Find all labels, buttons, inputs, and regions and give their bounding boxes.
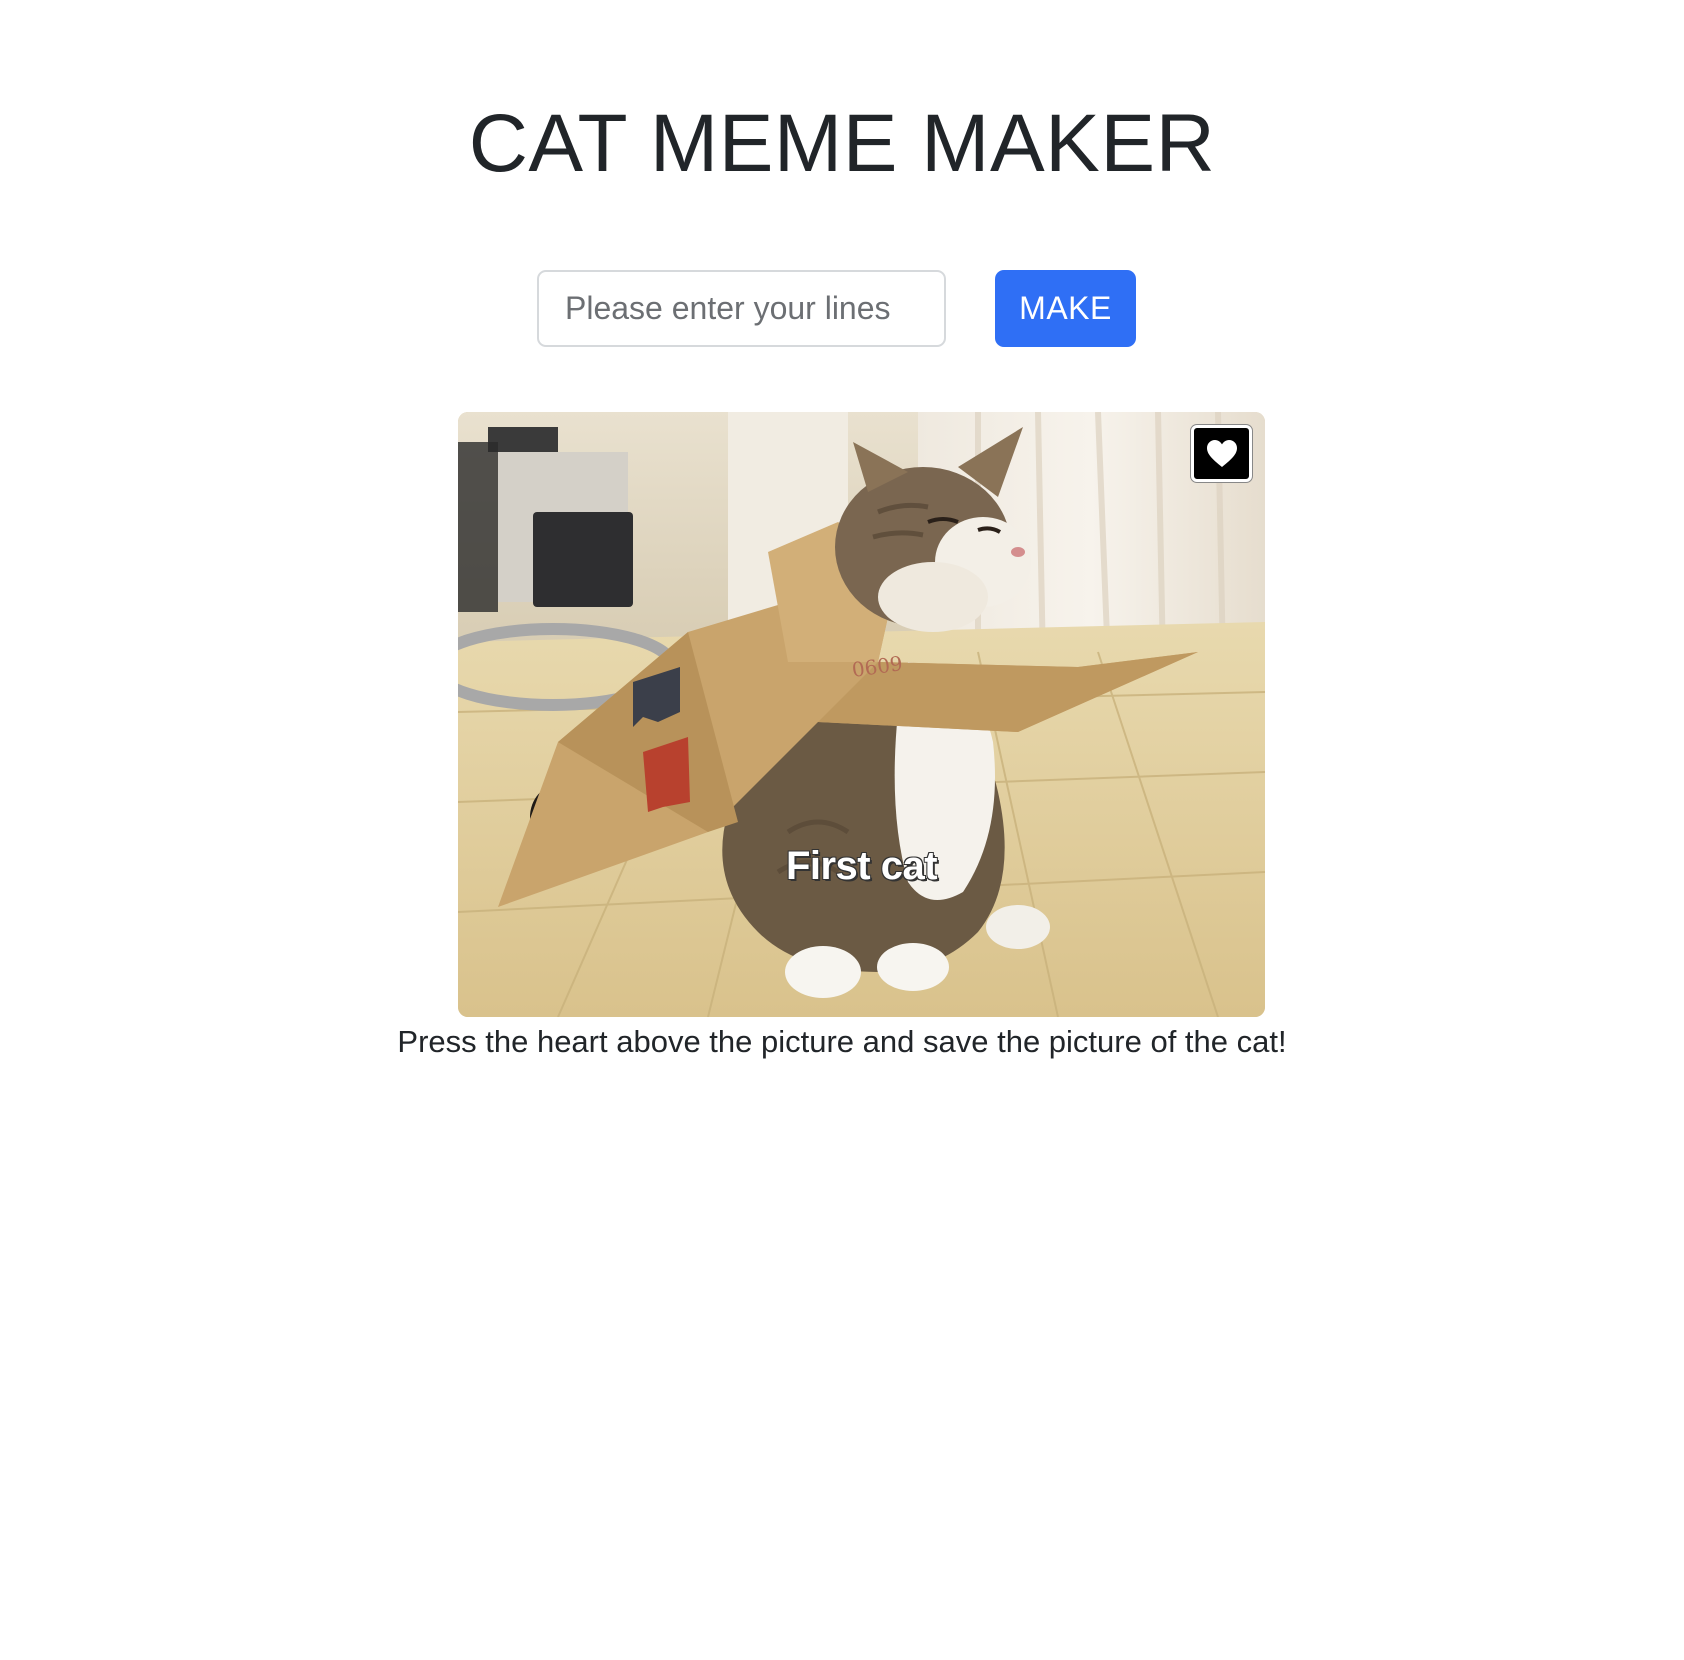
lines-input[interactable] bbox=[537, 270, 946, 347]
cat-photo: 0609 bbox=[458, 412, 1265, 1017]
meme-caption: First cat bbox=[785, 844, 938, 888]
favorite-button[interactable] bbox=[1191, 425, 1252, 482]
meme-form: MAKE bbox=[0, 270, 1684, 348]
page: CAT MEME MAKER MAKE bbox=[0, 0, 1684, 1660]
meme-image: 0609 First cat bbox=[458, 412, 1265, 1017]
make-button[interactable]: MAKE bbox=[995, 270, 1136, 347]
heart-icon bbox=[1206, 439, 1237, 467]
instruction-text: Press the heart above the picture and sa… bbox=[397, 1024, 1287, 1059]
page-title: CAT MEME MAKER bbox=[468, 98, 1216, 189]
